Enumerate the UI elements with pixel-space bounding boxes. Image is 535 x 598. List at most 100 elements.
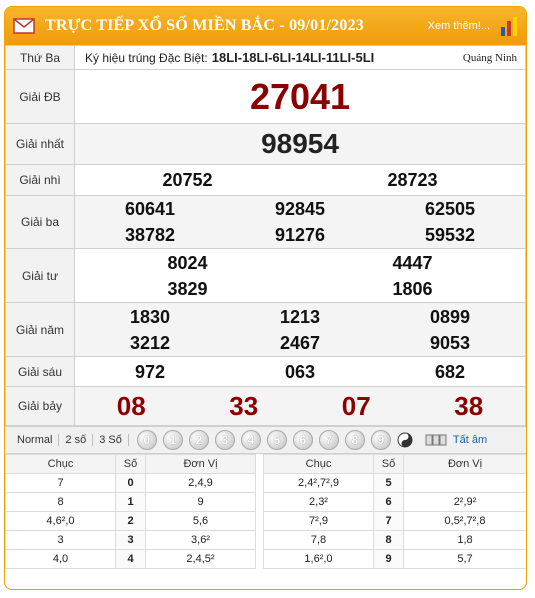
first-prize-number: 98954 — [261, 128, 339, 159]
table-cell: 4,0 — [5, 549, 116, 569]
table-cell: 6 — [373, 492, 404, 512]
table-cell: 8 — [373, 530, 404, 550]
prize-label: Giải bảy — [5, 386, 75, 426]
prize-row-ba: Giải ba 60641 92845 62505 38782 91276 59… — [5, 195, 526, 249]
table-cell: 9 — [145, 492, 256, 512]
prize-number: 1213 — [279, 306, 321, 327]
yin-yang-icon[interactable] — [397, 432, 413, 448]
table-row: 8 1 9 2,3² 6 2²,9² — [5, 492, 526, 512]
prize-number: 3212 — [129, 332, 171, 353]
table-cell: 2,4,9 — [145, 473, 256, 493]
results-title: TRỰC TIẾP XỔ SỐ MIỀN BẮC - 09/01/2023 — [45, 17, 364, 34]
table-cell: 2 — [115, 511, 146, 531]
display-toolbar: Normal 2 số 3 Số 0 1 2 3 4 5 6 7 8 9 Tất… — [5, 426, 526, 454]
results-panel: TRỰC TIẾP XỔ SỐ MIỀN BẮC - 09/01/2023 Xe… — [4, 6, 527, 590]
all-numbers-label: Tất âm — [452, 434, 488, 446]
loto-header-row: Chục Số Đơn Vị Chục Số Đơn Vị — [5, 454, 526, 474]
special-prize-number: 27041 — [249, 75, 351, 117]
prize-row-bay: Giải bảy 08 33 07 38 — [5, 386, 526, 426]
table-cell: 2,4²,7²,9 — [263, 473, 374, 493]
prize-number: 3829 — [167, 278, 208, 299]
lottery-tickets-icon — [425, 434, 447, 446]
prize-number: 8024 — [167, 252, 208, 273]
prize-label: Giải ba — [5, 195, 75, 249]
table-cell: 4 — [115, 549, 146, 569]
table-cell: 7 — [5, 473, 116, 493]
prize-number: 972 — [134, 361, 166, 382]
prize-row-nhi: Giải nhì 20752 28723 — [5, 164, 526, 196]
prize-number: 20752 — [162, 170, 213, 190]
province-name: Quảng Ninh — [462, 51, 517, 64]
digit-button-5[interactable]: 5 — [266, 430, 287, 450]
prize-row-db: Giải ĐB 27041 — [5, 69, 526, 124]
column-header: Đơn Vị — [145, 454, 256, 474]
prize-number: 38782 — [124, 225, 176, 245]
prize-row-nam: Giải năm 1830 1213 0899 3212 2467 9053 — [5, 302, 526, 357]
table-cell: 5,6 — [145, 511, 256, 531]
table-cell: 3 — [5, 530, 116, 550]
special-codes: 18LI-18LI-6LI-14LI-11LI-5LI — [211, 50, 375, 65]
all-numbers-toggle[interactable]: Tất âm — [425, 433, 487, 447]
prize-number: 1806 — [392, 278, 433, 299]
table-row: 4,0 4 2,4,5² 1,6²,0 9 5,7 — [5, 549, 526, 569]
prize-label: Giải sáu — [5, 356, 75, 387]
prize-number: 59532 — [424, 225, 476, 245]
bar-chart-icon[interactable] — [500, 15, 518, 37]
results-header: TRỰC TIẾP XỔ SỐ MIỀN BẮC - 09/01/2023 Xe… — [5, 7, 526, 45]
envelope-icon — [13, 18, 35, 34]
column-header: Số — [373, 454, 404, 474]
prize-row-sau: Giải sáu 972 063 682 — [5, 356, 526, 387]
column-header: Số — [115, 454, 146, 474]
digit-button-0[interactable]: 0 — [136, 430, 157, 450]
loto-table: Chục Số Đơn Vị Chục Số Đơn Vị 7 0 2,4,9 … — [5, 454, 526, 569]
prize-number: 4447 — [392, 252, 433, 273]
digit-button-9[interactable]: 9 — [370, 430, 391, 450]
digit-button-3[interactable]: 3 — [214, 430, 235, 450]
table-cell: 1,8 — [403, 530, 526, 550]
prize-number: 9053 — [429, 332, 471, 353]
see-more-link[interactable]: Xem thêm!... — [428, 20, 490, 32]
table-cell: 5 — [373, 473, 404, 493]
table-row: 7 0 2,4,9 2,4²,7²,9 5 — [5, 473, 526, 493]
prize-number: 07 — [341, 390, 371, 421]
digit-button-7[interactable]: 7 — [318, 430, 339, 450]
table-cell: 7²,9 — [263, 511, 374, 531]
table-cell: 9 — [373, 549, 404, 569]
table-cell: 2,4,5² — [145, 549, 256, 569]
prize-number: 2467 — [279, 332, 321, 353]
table-cell: 7 — [373, 511, 404, 531]
table-row: 4,6²,0 2 5,6 7²,9 7 0,5²,7²,8 — [5, 511, 526, 531]
prize-number: 60641 — [124, 199, 176, 219]
digit-button-8[interactable]: 8 — [344, 430, 365, 450]
prize-number: 682 — [434, 361, 466, 382]
table-cell: 4,6²,0 — [5, 511, 116, 531]
digit-button-4[interactable]: 4 — [240, 430, 261, 450]
column-header: Chục — [263, 454, 374, 474]
prize-number: 62505 — [424, 199, 476, 219]
table-cell: 2,3² — [263, 492, 374, 512]
table-row: 3 3 3,6² 7,8 8 1,8 — [5, 530, 526, 550]
table-cell: 3 — [115, 530, 146, 550]
column-header: Chục — [5, 454, 116, 474]
prize-label: Giải nhì — [5, 164, 75, 196]
option-normal[interactable]: Normal — [11, 434, 60, 446]
digit-button-2[interactable]: 2 — [188, 430, 209, 450]
prize-label: Giải ĐB — [5, 69, 75, 124]
digit-button-1[interactable]: 1 — [162, 430, 183, 450]
prize-number: 91276 — [274, 225, 326, 245]
table-cell — [403, 473, 526, 493]
prize-table: Thứ Ba Ký hiệu trúng Đặc Biệt: 18LI-18LI… — [5, 45, 526, 426]
prize-number: 92845 — [274, 199, 326, 219]
table-cell: 1 — [115, 492, 146, 512]
table-cell: 0 — [115, 473, 146, 493]
digit-button-6[interactable]: 6 — [292, 430, 313, 450]
prize-number: 28723 — [387, 170, 438, 190]
prize-row-nhat: Giải nhất 98954 — [5, 123, 526, 165]
option-3-digits[interactable]: 3 Số — [93, 434, 129, 446]
prize-row-tu: Giải tư 8024 4447 3829 1806 — [5, 248, 526, 303]
prize-number: 33 — [229, 390, 259, 421]
table-cell: 2²,9² — [403, 492, 526, 512]
option-2-digits[interactable]: 2 số — [59, 434, 94, 446]
table-cell: 7,8 — [263, 530, 374, 550]
special-code-row: Thứ Ba Ký hiệu trúng Đặc Biệt: 18LI-18LI… — [5, 45, 526, 70]
